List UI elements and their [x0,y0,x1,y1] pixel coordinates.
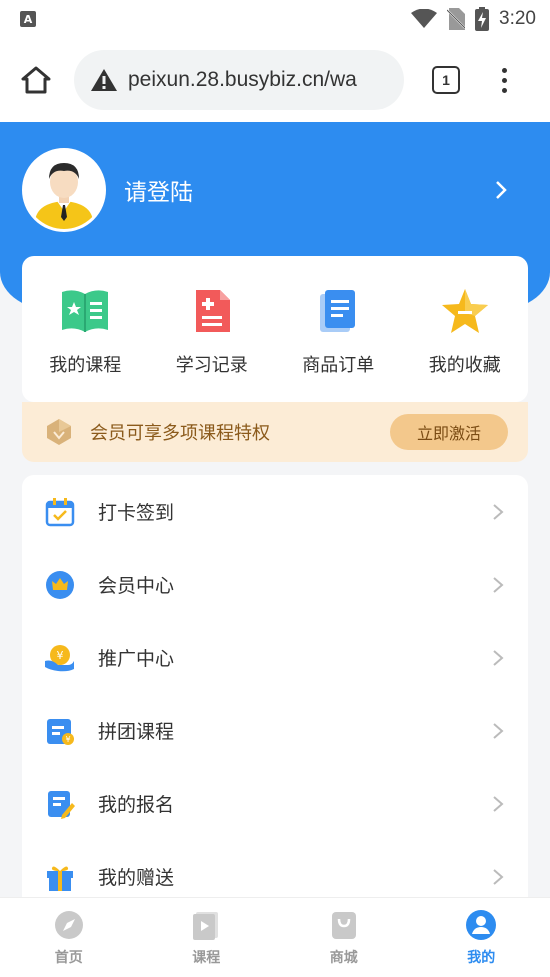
menu-list: 打卡签到 会员中心 ¥ 推广中心 ¥ 拼团课程 我的报名 我的赠送 [22,475,528,915]
nav-tab-mall[interactable]: 商城 [294,909,394,967]
quick-action-orders[interactable]: 商品订单 [278,285,398,377]
promotion-coin-icon: ¥ [44,642,76,674]
home-icon [21,66,51,94]
menu-item-checkin[interactable]: 打卡签到 [22,475,528,548]
browser-toolbar: peixun.28.busybiz.cn/wa 1 [0,38,550,122]
url-text: peixun.28.busybiz.cn/wa [128,68,357,91]
study-record-icon [186,285,238,337]
menu-item-promotion-center[interactable]: ¥ 推广中心 [22,621,528,694]
nav-label: 首页 [54,949,83,966]
profile-login-row[interactable]: 请登陆 [22,148,528,232]
warning-icon [91,69,117,91]
nav-label: 课程 [192,949,221,966]
quick-action-favorites[interactable]: 我的收藏 [405,285,525,377]
menu-item-group-courses[interactable]: ¥ 拼团课程 [22,694,528,767]
home-button[interactable] [16,60,56,100]
chevron-right-icon [493,649,504,666]
calendar-check-icon [44,496,76,528]
clock: 3:20 [499,8,536,29]
login-prompt[interactable]: 请登陆 [124,173,193,207]
address-bar[interactable]: peixun.28.busybiz.cn/wa [74,50,404,110]
quick-action-label: 商品订单 [302,355,375,376]
member-badge-icon [47,419,71,445]
quick-action-label: 我的课程 [49,355,122,376]
svg-text:¥: ¥ [65,735,70,744]
member-benefit-text: 会员可享多项课程特权 [90,423,270,444]
member-banner: 会员可享多项课程特权 立即激活 [22,402,528,462]
quick-actions-card: 我的课程 学习记录 商品订单 我的收藏 [22,256,528,402]
video-course-icon [190,909,222,941]
menu-item-label: 我的报名 [98,794,175,816]
menu-item-label: 我的赠送 [98,867,175,889]
quick-action-label: 学习记录 [175,355,248,376]
signup-edit-icon [44,788,76,820]
menu-item-label: 会员中心 [98,575,175,597]
chevron-right-icon [493,795,504,812]
menu-item-label: 推广中心 [98,648,175,670]
nav-tab-courses[interactable]: 课程 [156,909,256,967]
menu-item-label: 拼团课程 [98,721,175,743]
menu-item-member-center[interactable]: 会员中心 [22,548,528,621]
chevron-right-icon [493,503,504,520]
gift-icon [44,861,76,893]
notification-icon: A [20,11,36,27]
nav-tab-mine[interactable]: 我的 [431,909,531,967]
nav-tab-home[interactable]: 首页 [19,909,119,967]
quick-action-label: 我的收藏 [428,355,501,376]
quick-action-study-records[interactable]: 学习记录 [152,285,272,377]
wifi-icon [411,9,438,28]
avatar[interactable] [22,148,106,232]
group-course-icon: ¥ [44,715,76,747]
menu-item-my-signups[interactable]: 我的报名 [22,767,528,840]
chevron-right-icon [493,868,504,885]
favorite-star-icon [439,285,491,337]
bottom-navigation: 首页 课程 商城 我的 [0,897,550,977]
compass-icon [53,909,85,941]
crown-icon [44,569,76,601]
no-sim-icon [447,8,466,30]
status-icons: 3:20 [411,7,536,31]
status-bar: A 3:20 [0,0,550,38]
shopping-bag-icon [328,909,360,941]
user-profile-icon [465,909,497,941]
quick-action-my-courses[interactable]: 我的课程 [25,285,145,377]
course-book-icon [59,285,111,337]
chevron-right-icon [493,576,504,593]
default-avatar-icon [25,151,103,229]
menu-item-label: 打卡签到 [98,502,175,524]
activate-membership-button[interactable]: 立即激活 [390,414,508,450]
order-document-icon [312,285,364,337]
svg-text:¥: ¥ [57,649,64,662]
chevron-right-icon[interactable] [494,180,508,200]
browser-menu-button[interactable] [494,67,514,93]
tab-switcher-button[interactable]: 1 [432,66,460,94]
battery-charging-icon [475,7,490,31]
chevron-right-icon [493,722,504,739]
nav-label: 商城 [329,949,358,966]
nav-label: 我的 [467,949,496,966]
